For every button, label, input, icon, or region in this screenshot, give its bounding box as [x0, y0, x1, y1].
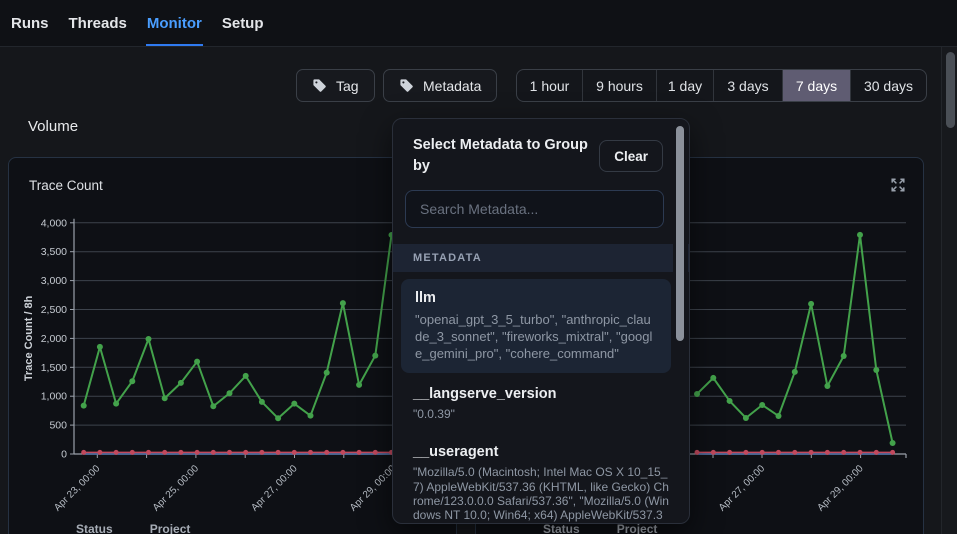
- metadata-filter-button[interactable]: Metadata: [383, 69, 497, 102]
- time-range-selector: 1 hour9 hours1 day3 days7 days30 days: [516, 69, 927, 102]
- metadata-item-langserve-version[interactable]: __langserve_version "0.0.39": [393, 373, 689, 431]
- trace-count-chart: Apr 23, 00:00 Apr 25, 00:00 Apr 27, 00:00 A…: [9, 158, 458, 534]
- svg-text:2,500: 2,500: [41, 304, 67, 316]
- time-range-7-days[interactable]: 7 days: [782, 70, 850, 101]
- trace-count-panel: Apr 23, 00:00 Apr 25, 00:00 Apr 27, 00:00 A…: [8, 157, 457, 534]
- expand-chart-icon[interactable]: [889, 176, 907, 194]
- popover-scrollbar-thumb[interactable]: [676, 126, 684, 341]
- page-scrollbar-thumb[interactable]: [946, 52, 955, 128]
- search-metadata-input[interactable]: [405, 190, 664, 228]
- chart-title: Trace Count: [29, 178, 103, 193]
- metadata-values: "openai_gpt_3_5_turbo", "anthropic_claud…: [415, 311, 657, 362]
- legend-status-label: Status: [76, 522, 113, 534]
- section-title-volume: Volume: [28, 118, 78, 135]
- popover-scrollbar-track: [673, 120, 688, 522]
- metadata-key: __useragent: [413, 444, 669, 460]
- chart-legend-header: Status Project: [9, 522, 456, 534]
- svg-text:1,500: 1,500: [41, 362, 67, 374]
- nav-tab-threads[interactable]: Threads: [68, 0, 128, 46]
- metadata-item-llm[interactable]: llm "openai_gpt_3_5_turbo", "anthropic_c…: [401, 279, 671, 373]
- metadata-item-useragent[interactable]: __useragent "Mozilla/5.0 (Macintosh; Int…: [393, 431, 689, 524]
- svg-text:3,500: 3,500: [41, 246, 67, 258]
- clear-button[interactable]: Clear: [599, 140, 663, 172]
- legend-project-label: Project: [150, 522, 191, 534]
- svg-text:500: 500: [49, 420, 67, 432]
- svg-text:3,000: 3,000: [41, 275, 67, 287]
- metadata-section-header: METADATA: [393, 244, 689, 272]
- time-range-3-days[interactable]: 3 days: [713, 70, 782, 101]
- tag-icon: [399, 78, 414, 93]
- metadata-values: "Mozilla/5.0 (Macintosh; Intel Mac OS X …: [413, 465, 669, 524]
- svg-text:2,000: 2,000: [41, 333, 67, 345]
- svg-text:Trace Count / 8h: Trace Count / 8h: [23, 295, 35, 381]
- metadata-key: __langserve_version: [413, 386, 669, 402]
- svg-text:Apr 25, 00:00: Apr 25, 00:00: [151, 463, 202, 514]
- time-range-1-day[interactable]: 1 day: [656, 70, 713, 101]
- tag-icon: [312, 78, 327, 93]
- time-range-9-hours[interactable]: 9 hours: [582, 70, 656, 101]
- svg-text:Apr 29, 00:00: Apr 29, 00:00: [815, 463, 866, 514]
- metadata-key: llm: [415, 290, 657, 306]
- metadata-values: "0.0.39": [413, 407, 669, 421]
- tag-button-label: Tag: [336, 78, 359, 94]
- page-scrollbar-track: [941, 47, 957, 534]
- top-nav: Runs Threads Monitor Setup: [0, 0, 957, 47]
- svg-text:4,000: 4,000: [41, 217, 67, 229]
- tag-filter-button[interactable]: Tag: [296, 69, 375, 102]
- svg-text:Apr 27, 00:00: Apr 27, 00:00: [249, 463, 300, 514]
- svg-text:Apr 23, 00:00: Apr 23, 00:00: [52, 463, 103, 514]
- time-range-1-hour[interactable]: 1 hour: [517, 70, 582, 101]
- svg-text:0: 0: [61, 449, 67, 461]
- svg-text:Apr 29, 00:00: Apr 29, 00:00: [348, 463, 399, 514]
- metadata-button-label: Metadata: [423, 78, 481, 94]
- metadata-groupby-popover: Select Metadata to Group by Clear METADA…: [392, 118, 690, 524]
- svg-text:1,000: 1,000: [41, 391, 67, 403]
- nav-tab-monitor[interactable]: Monitor: [146, 0, 203, 46]
- time-range-30-days[interactable]: 30 days: [850, 70, 926, 101]
- nav-tab-setup[interactable]: Setup: [221, 0, 265, 46]
- nav-tab-runs[interactable]: Runs: [10, 0, 50, 46]
- svg-text:Apr 27, 00:00: Apr 27, 00:00: [717, 463, 768, 514]
- popover-title: Select Metadata to Group by: [413, 135, 599, 177]
